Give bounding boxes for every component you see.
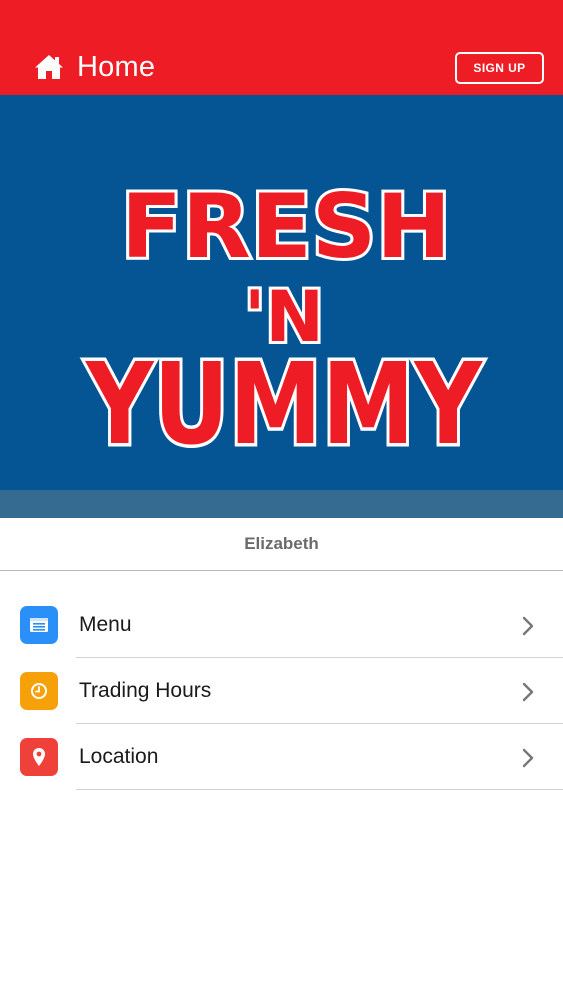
chevron-right-icon <box>522 682 534 702</box>
hero-banner: FRESH 'N YUMMY <box>0 95 563 490</box>
logo-yummy-text: YUMMY <box>84 340 483 470</box>
chevron-right-icon <box>522 748 534 768</box>
sign-up-button[interactable]: SIGN UP <box>455 52 544 84</box>
app-header: Home SIGN UP <box>0 0 563 95</box>
list-item-label: Location <box>79 745 159 768</box>
chevron-right-icon <box>522 616 534 636</box>
list-item-label: Trading Hours <box>79 679 212 702</box>
home-icon <box>35 55 63 79</box>
home-link[interactable]: Home <box>34 50 155 84</box>
map-pin-icon <box>20 738 58 776</box>
list-item-label: Menu <box>79 613 132 636</box>
list-item-trading-hours[interactable]: Trading Hours <box>0 658 563 724</box>
location-bar: Elizabeth <box>0 518 563 571</box>
menu-list: Menu Trading Hours Location <box>0 592 563 790</box>
hero-divider-strip <box>0 490 563 518</box>
divider <box>76 789 563 790</box>
location-name: Elizabeth <box>244 534 319 553</box>
clock-icon <box>20 672 58 710</box>
list-item-location[interactable]: Location <box>0 724 563 790</box>
page-title: Home <box>77 50 156 83</box>
menu-card-icon <box>20 606 58 644</box>
list-item-menu[interactable]: Menu <box>0 592 563 658</box>
fresh-n-yummy-logo: FRESH 'N YUMMY <box>81 172 487 474</box>
logo-fresh-text: FRESH <box>121 175 451 278</box>
